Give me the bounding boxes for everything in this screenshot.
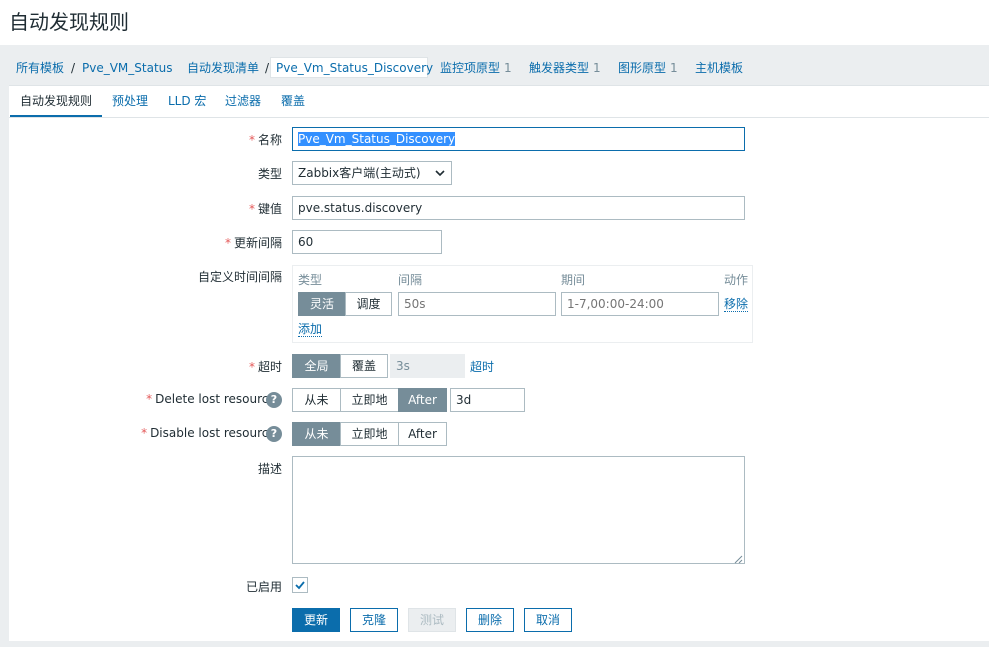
name-input[interactable]: Pve_Vm_Status_Discovery — [292, 127, 745, 151]
nav-trigger-types[interactable]: 触发器类型 1 — [529, 52, 601, 84]
nav-trigger-types-count: 1 — [593, 61, 601, 75]
breadcrumb-all-templates[interactable]: 所有模板 — [16, 52, 64, 84]
col-type-header: 类型 — [298, 273, 323, 287]
disable-lost-label: * Disable lost resources — [141, 426, 282, 440]
scheduling-toggle[interactable]: 调度 — [345, 292, 392, 316]
custom-interval-input[interactable] — [398, 292, 556, 316]
update-interval-label-text: 更新间隔 — [233, 236, 282, 250]
breadcrumb: 所有模板 / Pve_VM_Status 自动发现清单 / Pve_Vm_Sta… — [9, 52, 989, 84]
nav-item-prototypes-count: 1 — [504, 61, 512, 75]
tab-filters[interactable]: 过滤器 — [215, 86, 271, 115]
type-select-value: Zabbix客户端(主动式) — [298, 166, 421, 180]
nav-host-templates[interactable]: 主机模板 — [695, 52, 743, 84]
tab-lld-macros[interactable]: LLD 宏 — [158, 86, 216, 115]
description-label: 描述 — [257, 462, 282, 476]
test-button[interactable]: 测试 — [408, 608, 456, 632]
clone-button[interactable]: 克隆 — [350, 608, 398, 632]
nav-item-prototypes[interactable]: 监控项原型 1 — [440, 52, 512, 84]
timeout-label: * 超时 — [249, 358, 282, 375]
required-marker: * — [248, 360, 255, 374]
resize-handle-icon[interactable] — [734, 553, 743, 567]
timeout-label-text: 超时 — [257, 360, 282, 374]
tab-bar: 自动发现规则 预处理 LLD 宏 过滤器 覆盖 — [9, 86, 989, 118]
timeout-input[interactable]: 3s — [390, 354, 465, 378]
breadcrumb-template[interactable]: Pve_VM_Status — [82, 52, 173, 84]
update-button[interactable]: 更新 — [292, 608, 340, 632]
nav-graph-prototypes-label: 图形原型 — [618, 61, 667, 75]
required-marker: * — [248, 202, 255, 216]
required-marker: * — [248, 133, 255, 147]
breadcrumb-current-rule[interactable]: Pve_Vm_Status_Discovery — [270, 57, 433, 78]
tab-overrides[interactable]: 覆盖 — [271, 86, 315, 115]
tab-discovery-rule[interactable]: 自动发现规则 — [10, 86, 103, 117]
delete-lost-label-text: Delete lost resources — [155, 392, 282, 406]
required-marker: * — [224, 236, 231, 250]
update-interval-input[interactable]: 60 — [292, 230, 442, 254]
custom-period-input[interactable] — [561, 292, 719, 316]
help-icon[interactable]: ? — [266, 426, 282, 442]
col-interval-header: 间隔 — [398, 273, 423, 287]
nav-trigger-types-label: 触发器类型 — [529, 61, 590, 75]
enabled-checkbox[interactable] — [292, 577, 308, 593]
checkmark-icon — [294, 579, 306, 594]
required-marker: * — [141, 426, 148, 440]
timeout-override-toggle[interactable]: 覆盖 — [340, 354, 388, 378]
delete-lost-label: * Delete lost resources — [146, 392, 282, 406]
tab-preprocessing[interactable]: 预处理 — [102, 86, 158, 115]
update-interval-label: * 更新间隔 — [225, 234, 282, 251]
key-label-text: 键值 — [257, 202, 282, 216]
type-select[interactable]: Zabbix客户端(主动式) — [292, 161, 452, 185]
breadcrumb-separator: / — [265, 61, 270, 75]
delete-after-input[interactable]: 3d — [450, 388, 525, 412]
name-label: * 名称 — [249, 131, 282, 148]
delete-after-toggle[interactable]: After — [398, 388, 447, 412]
name-label-text: 名称 — [257, 133, 282, 147]
delete-button[interactable]: 删除 — [466, 608, 514, 632]
disable-lost-label-text: Disable lost resources — [150, 426, 282, 440]
custom-intervals-label: 自定义时间间隔 — [197, 270, 282, 284]
timeout-link[interactable]: 超时 — [470, 358, 494, 375]
type-label: 类型 — [257, 167, 282, 181]
breadcrumb-discovery-list[interactable]: 自动发现清单 — [187, 52, 259, 84]
cancel-button[interactable]: 取消 — [524, 608, 572, 632]
col-period-header: 期间 — [561, 273, 586, 287]
remove-interval-link[interactable]: 移除 — [724, 297, 749, 312]
chevron-down-icon — [435, 162, 445, 191]
nav-item-prototypes-label: 监控项原型 — [440, 61, 501, 75]
delete-never-toggle[interactable]: 从未 — [292, 388, 341, 412]
key-input[interactable]: pve.status.discovery — [292, 196, 745, 220]
name-input-value: Pve_Vm_Status_Discovery — [298, 132, 456, 146]
description-textarea[interactable] — [292, 456, 745, 564]
flexible-toggle[interactable]: 灵活 — [298, 292, 346, 316]
disable-immediately-toggle[interactable]: 立即地 — [340, 422, 399, 446]
required-marker: * — [146, 392, 153, 406]
page-title: 自动发现规则 — [9, 10, 129, 34]
disable-after-toggle[interactable]: After — [398, 422, 447, 446]
disable-never-toggle[interactable]: 从未 — [292, 422, 341, 446]
timeout-global-toggle[interactable]: 全局 — [292, 354, 341, 378]
key-label: * 键值 — [249, 200, 282, 217]
breadcrumb-separator: / — [71, 61, 76, 75]
nav-graph-prototypes[interactable]: 图形原型 1 — [618, 52, 678, 84]
enabled-label: 已启用 — [245, 580, 282, 594]
page-header: 自动发现规则 — [0, 0, 989, 45]
nav-graph-prototypes-count: 1 — [670, 61, 678, 75]
add-interval-link[interactable]: 添加 — [298, 322, 323, 337]
delete-immediately-toggle[interactable]: 立即地 — [340, 388, 399, 412]
col-action-header: 动作 — [724, 273, 749, 287]
help-icon[interactable]: ? — [266, 392, 282, 408]
